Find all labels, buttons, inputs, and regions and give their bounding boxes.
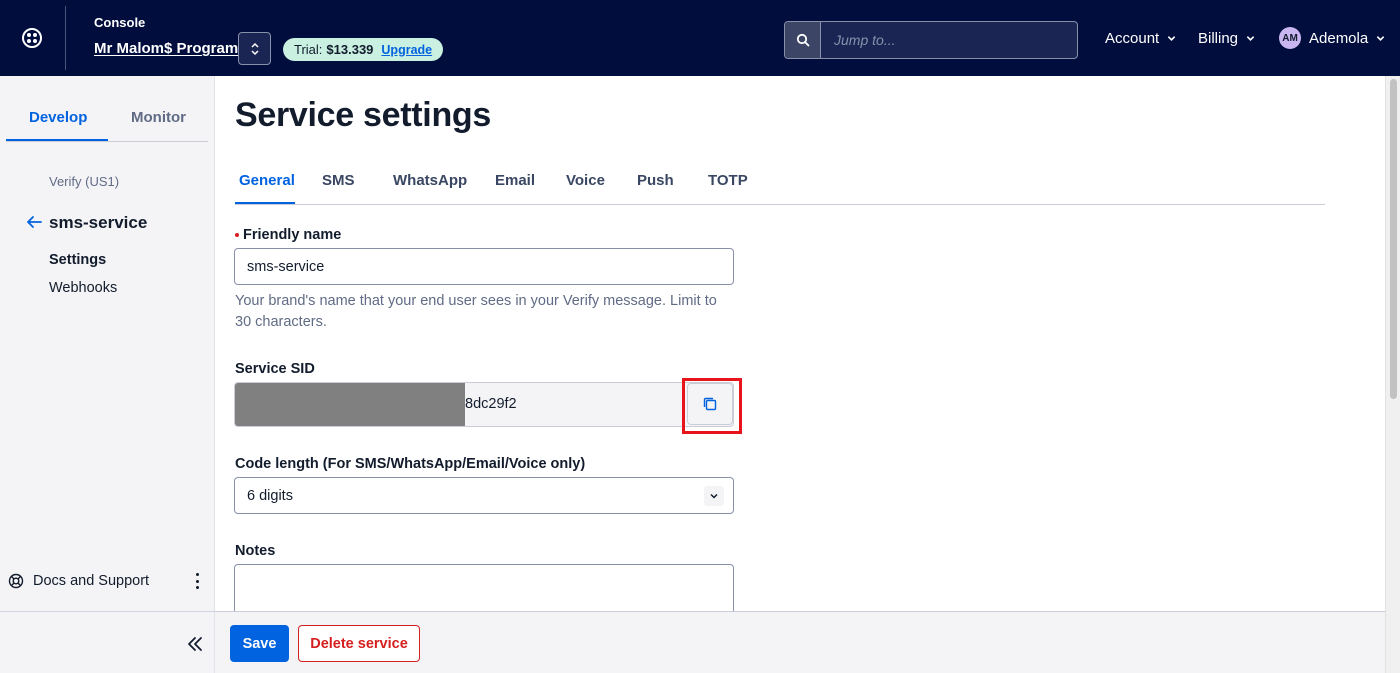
active-tab-indicator — [235, 202, 295, 204]
sidebar-tab-monitor[interactable]: Monitor — [131, 109, 186, 126]
chevron-up-down-icon — [250, 42, 259, 55]
settings-tabs: General SMS WhatsApp Email Voice Push TO… — [235, 160, 1325, 205]
friendly-name-label: Friendly name — [243, 227, 342, 243]
chevron-down-icon — [1167, 36, 1176, 41]
notes-label: Notes — [235, 543, 276, 559]
billing-menu-label: Billing — [1198, 30, 1239, 47]
tab-whatsapp[interactable]: WhatsApp — [393, 172, 467, 189]
chevron-down-icon — [1376, 35, 1385, 41]
sidebar-item-settings[interactable]: Settings — [49, 252, 106, 268]
lifebuoy-icon — [8, 573, 24, 589]
docs-and-support-label: Docs and Support — [33, 573, 150, 589]
friendly-name-help-text: Your brand's name that your end user see… — [235, 293, 717, 330]
sidebar-tab-develop[interactable]: Develop — [29, 109, 87, 126]
sidebar-bottom — [0, 611, 215, 673]
topbar-divider — [65, 6, 66, 70]
redacted-sid-block — [235, 383, 465, 426]
trial-label: Trial: — [294, 42, 323, 57]
console-label: Console — [94, 15, 146, 30]
page-scrollbar[interactable] — [1385, 76, 1400, 673]
upgrade-link[interactable]: Upgrade — [381, 43, 432, 57]
save-button[interactable]: Save — [230, 625, 289, 662]
jump-to-search — [784, 21, 1078, 59]
tab-general[interactable]: General — [239, 172, 295, 189]
highlight-annotation — [682, 378, 742, 434]
chevron-down-icon — [1246, 36, 1255, 41]
service-sid-label: Service SID — [235, 361, 315, 377]
sidebar: Develop Monitor Verify (US1) sms-service… — [0, 76, 215, 673]
collapse-sidebar-icon[interactable] — [186, 636, 204, 652]
delete-service-button[interactable]: Delete service — [298, 625, 420, 662]
active-tab-indicator — [6, 139, 108, 141]
service-sid-field: 8dc29f2 — [234, 382, 734, 427]
chevron-down-icon — [704, 486, 724, 506]
sidebar-service-name: sms-service — [49, 213, 148, 232]
top-bar: Console Mr Malom$ Program Trial: $13.339… — [0, 0, 1400, 76]
account-menu[interactable]: Account — [1105, 30, 1176, 47]
friendly-name-input[interactable] — [234, 248, 734, 285]
sidebar-breadcrumb[interactable]: Verify (US1) — [49, 174, 119, 189]
trial-amount: $13.339 — [326, 42, 374, 57]
user-name: Ademola — [1309, 29, 1369, 47]
tab-sms[interactable]: SMS — [322, 172, 355, 189]
sidebar-tabs: Develop Monitor — [6, 76, 208, 142]
avatar: AM — [1279, 27, 1301, 49]
tab-voice[interactable]: Voice — [566, 172, 605, 189]
tab-push[interactable]: Push — [637, 172, 674, 189]
docs-and-support[interactable]: Docs and Support — [0, 567, 215, 597]
account-name-link[interactable]: Mr Malom$ Program — [94, 40, 238, 57]
account-switcher-button[interactable] — [238, 32, 271, 65]
page-title: Service settings — [235, 96, 491, 134]
user-menu[interactable]: AM Ademola — [1279, 27, 1385, 49]
arrow-left-icon[interactable] — [25, 213, 43, 231]
trial-balance-badge: Trial: $13.339 Upgrade — [283, 38, 444, 61]
tab-email[interactable]: Email — [495, 172, 535, 189]
sidebar-item-webhooks[interactable]: Webhooks — [49, 280, 117, 296]
action-footer: Save Delete service — [215, 611, 1385, 673]
search-input[interactable] — [821, 22, 1077, 58]
code-length-label: Code length (For SMS/WhatsApp/Email/Voic… — [235, 456, 586, 472]
service-sid-value: 8dc29f2 — [465, 396, 517, 412]
search-icon[interactable] — [785, 22, 821, 58]
scrollbar-thumb[interactable] — [1390, 79, 1397, 399]
main-content: Service settings General SMS WhatsApp Em… — [215, 76, 1385, 624]
more-options-icon[interactable] — [189, 572, 205, 590]
billing-menu[interactable]: Billing — [1198, 30, 1255, 47]
code-length-value: 6 digits — [247, 488, 293, 504]
twilio-logo-icon[interactable] — [22, 28, 42, 48]
code-length-select[interactable]: 6 digits — [234, 477, 734, 514]
tab-totp[interactable]: TOTP — [708, 172, 748, 189]
account-menu-label: Account — [1105, 30, 1160, 47]
required-indicator — [235, 233, 239, 237]
